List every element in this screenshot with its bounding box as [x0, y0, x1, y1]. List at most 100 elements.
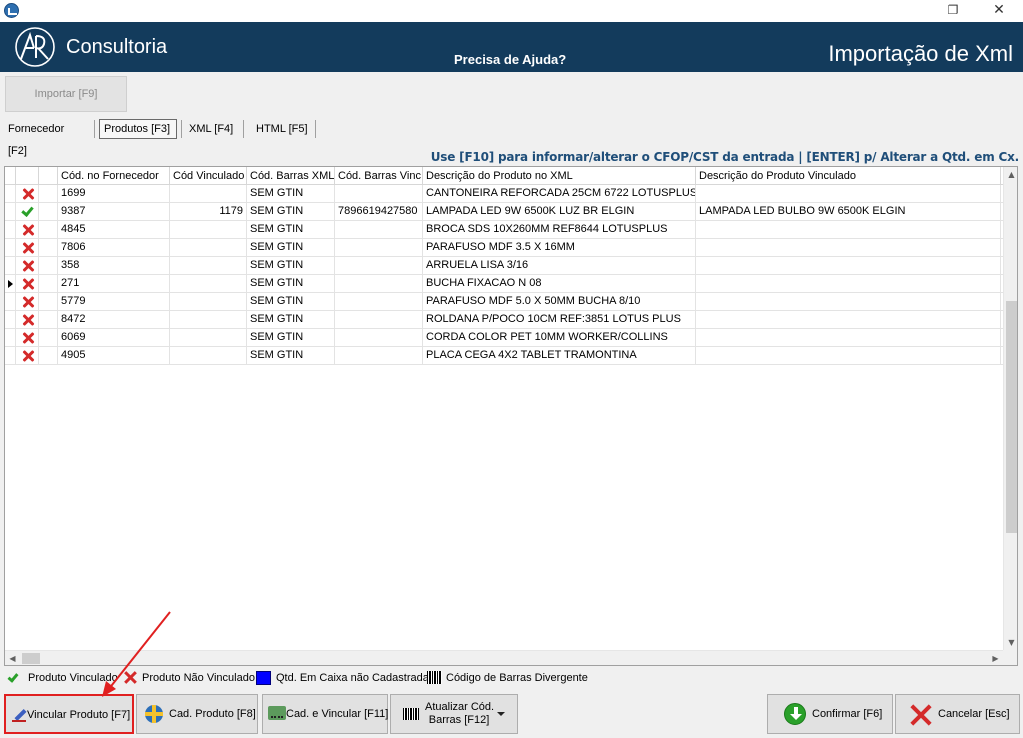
cancelar-button[interactable]: Cancelar [Esc] [895, 694, 1020, 734]
cell-barras-xml[interactable]: SEM GTIN [247, 239, 335, 257]
import-button[interactable]: Importar [F9] [5, 76, 127, 112]
cell-cod-fornecedor[interactable]: 9387 [58, 203, 170, 221]
cell-desc-xml[interactable]: PLACA CEGA 4X2 TABLET TRAMONTINA [423, 347, 696, 365]
column-header-cod-vinculado[interactable]: Cód Vinculado [170, 167, 247, 185]
cell-barras-vinc[interactable]: 7896619427580 [335, 203, 423, 221]
scroll-up-icon[interactable]: ▲ [1004, 167, 1017, 182]
cell-cod-vinculado[interactable] [170, 221, 247, 239]
table-row[interactable]: 7806 SEM GTIN PARAFUSO MDF 3.5 X 16MM [5, 239, 1003, 257]
cell-barras-xml[interactable]: SEM GTIN [247, 275, 335, 293]
cell-cod-vinculado[interactable] [170, 185, 247, 203]
cell-cod-vinculado[interactable] [170, 311, 247, 329]
cell-cod-vinculado[interactable]: 1179 [170, 203, 247, 221]
column-header-barras-xml[interactable]: Cód. Barras XML [247, 167, 335, 185]
cell-cod-fornecedor[interactable]: 358 [58, 257, 170, 275]
cell-desc-xml[interactable]: CORDA COLOR PET 10MM WORKER/COLLINS [423, 329, 696, 347]
table-row[interactable]: 1699 SEM GTIN CANTONEIRA REFORCADA 25CM 67… [5, 185, 1003, 203]
cell-cod-fornecedor[interactable]: 8472 [58, 311, 170, 329]
cell-barras-vinc[interactable] [335, 293, 423, 311]
table-row[interactable]: 8472 SEM GTIN ROLDANA P/POCO 10CM REF:3851… [5, 311, 1003, 329]
help-link[interactable]: Precisa de Ajuda? [454, 52, 566, 67]
cell-cod-vinculado[interactable] [170, 239, 247, 257]
vertical-scroll-thumb[interactable] [1006, 301, 1017, 533]
scroll-down-icon[interactable]: ▼ [1004, 635, 1017, 650]
cell-barras-vinc[interactable] [335, 347, 423, 365]
cell-desc-vinc[interactable] [696, 329, 1001, 347]
table-row[interactable]: 358 SEM GTIN ARRUELA LISA 3/16 [5, 257, 1003, 275]
cell-cod-fornecedor[interactable]: 4845 [58, 221, 170, 239]
table-row[interactable]: 6069 SEM GTIN CORDA COLOR PET 10MM WORKER/… [5, 329, 1003, 347]
cell-barras-vinc[interactable] [335, 221, 423, 239]
tab-fornecedor[interactable]: Fornecedor [F2] [4, 118, 90, 157]
cell-desc-vinc[interactable] [696, 239, 1001, 257]
cell-cod-vinculado[interactable] [170, 275, 247, 293]
cell-barras-vinc[interactable] [335, 329, 423, 347]
cell-barras-xml[interactable]: SEM GTIN [247, 311, 335, 329]
cell-desc-vinc[interactable] [696, 221, 1001, 239]
confirmar-button[interactable]: Confirmar [F6] [767, 694, 893, 734]
column-header-cod-fornecedor[interactable]: Cód. no Fornecedor [58, 167, 170, 185]
tab-html[interactable]: HTML [F5] [252, 118, 314, 140]
cell-desc-xml[interactable]: BUCHA FIXACAO N 08 [423, 275, 696, 293]
cell-desc-vinc[interactable] [696, 293, 1001, 311]
table-row[interactable]: 5779 SEM GTIN PARAFUSO MDF 5.0 X 50MM BUCH… [5, 293, 1003, 311]
cell-desc-xml[interactable]: LAMPADA LED 9W 6500K LUZ BR ELGIN [423, 203, 696, 221]
cell-barras-xml[interactable]: SEM GTIN [247, 185, 335, 203]
cell-desc-vinc[interactable]: LAMPADA LED BULBO 9W 6500K ELGIN [696, 203, 1001, 221]
cell-desc-vinc[interactable] [696, 347, 1001, 365]
cell-cod-fornecedor[interactable]: 271 [58, 275, 170, 293]
horizontal-scroll-thumb[interactable] [22, 653, 40, 664]
cell-cod-fornecedor[interactable]: 4905 [58, 347, 170, 365]
cell-barras-xml[interactable]: SEM GTIN [247, 221, 335, 239]
cell-barras-vinc[interactable] [335, 185, 423, 203]
cell-cod-fornecedor[interactable]: 6069 [58, 329, 170, 347]
cad-produto-button[interactable]: Cad. Produto [F8] [136, 694, 258, 734]
table-row[interactable]: 4845 SEM GTIN BROCA SDS 10X260MM REF8644 L… [5, 221, 1003, 239]
chevron-down-icon[interactable] [497, 712, 505, 716]
cell-desc-xml[interactable]: ARRUELA LISA 3/16 [423, 257, 696, 275]
vincular-produto-button[interactable]: Vincular Produto [F7] [4, 694, 134, 734]
cell-cod-vinculado[interactable] [170, 329, 247, 347]
table-row[interactable]: 4905 SEM GTIN PLACA CEGA 4X2 TABLET TRAMON… [5, 347, 1003, 365]
cell-desc-xml[interactable]: BROCA SDS 10X260MM REF8644 LOTUSPLUS [423, 221, 696, 239]
cell-barras-xml[interactable]: SEM GTIN [247, 257, 335, 275]
horizontal-scrollbar[interactable]: ◀ ▶ [5, 650, 1003, 665]
cell-desc-xml[interactable]: CANTONEIRA REFORCADA 25CM 6722 LOTUSPLUS [423, 185, 696, 203]
restore-button[interactable]: ❐ [930, 0, 976, 22]
column-header-desc-vinc[interactable]: Descrição do Produto Vinculado [696, 167, 1001, 185]
atualizar-barras-button[interactable]: Atualizar Cód. Barras [F12] [390, 694, 518, 734]
cell-barras-vinc[interactable] [335, 311, 423, 329]
cell-barras-xml[interactable]: SEM GTIN [247, 293, 335, 311]
cell-cod-vinculado[interactable] [170, 257, 247, 275]
cell-desc-xml[interactable]: PARAFUSO MDF 3.5 X 16MM [423, 239, 696, 257]
cell-barras-vinc[interactable] [335, 275, 423, 293]
cell-desc-xml[interactable]: ROLDANA P/POCO 10CM REF:3851 LOTUS PLUS [423, 311, 696, 329]
cell-cod-vinculado[interactable] [170, 347, 247, 365]
vertical-scrollbar[interactable]: ▲ ▼ [1003, 167, 1017, 650]
table-row[interactable]: 271 SEM GTIN BUCHA FIXACAO N 08 [5, 275, 1003, 293]
tab-produtos[interactable]: Produtos [F3] [99, 119, 177, 139]
cell-barras-xml[interactable]: SEM GTIN [247, 347, 335, 365]
cell-desc-vinc[interactable] [696, 257, 1001, 275]
cell-cod-fornecedor[interactable]: 1699 [58, 185, 170, 203]
cell-cod-fornecedor[interactable]: 7806 [58, 239, 170, 257]
cad-vincular-button[interactable]: Cad. e Vincular [F11] [262, 694, 388, 734]
column-header-desc-xml[interactable]: Descrição do Produto no XML [423, 167, 696, 185]
close-button[interactable]: ✕ [976, 0, 1022, 22]
cell-cod-fornecedor[interactable]: 5779 [58, 293, 170, 311]
cell-cod-vinculado[interactable] [170, 293, 247, 311]
table-row[interactable]: 9387 1179 SEM GTIN 7896619427580 LAMPADA LED… [5, 203, 1003, 221]
cell-barras-vinc[interactable] [335, 239, 423, 257]
cell-desc-xml[interactable]: PARAFUSO MDF 5.0 X 50MM BUCHA 8/10 [423, 293, 696, 311]
products-grid[interactable]: Cód. no Fornecedor Cód Vinculado Cód. Ba… [4, 166, 1018, 666]
cell-barras-vinc[interactable] [335, 257, 423, 275]
cell-barras-xml[interactable]: SEM GTIN [247, 203, 335, 221]
scroll-right-icon[interactable]: ▶ [988, 651, 1003, 665]
cell-desc-vinc[interactable] [696, 311, 1001, 329]
column-header-barras-vinc[interactable]: Cód. Barras Vinc. [335, 167, 423, 185]
tab-xml[interactable]: XML [F4] [185, 118, 239, 140]
cell-desc-vinc[interactable] [696, 185, 1001, 203]
scroll-left-icon[interactable]: ◀ [5, 651, 20, 665]
cell-barras-xml[interactable]: SEM GTIN [247, 329, 335, 347]
cell-desc-vinc[interactable] [696, 275, 1001, 293]
